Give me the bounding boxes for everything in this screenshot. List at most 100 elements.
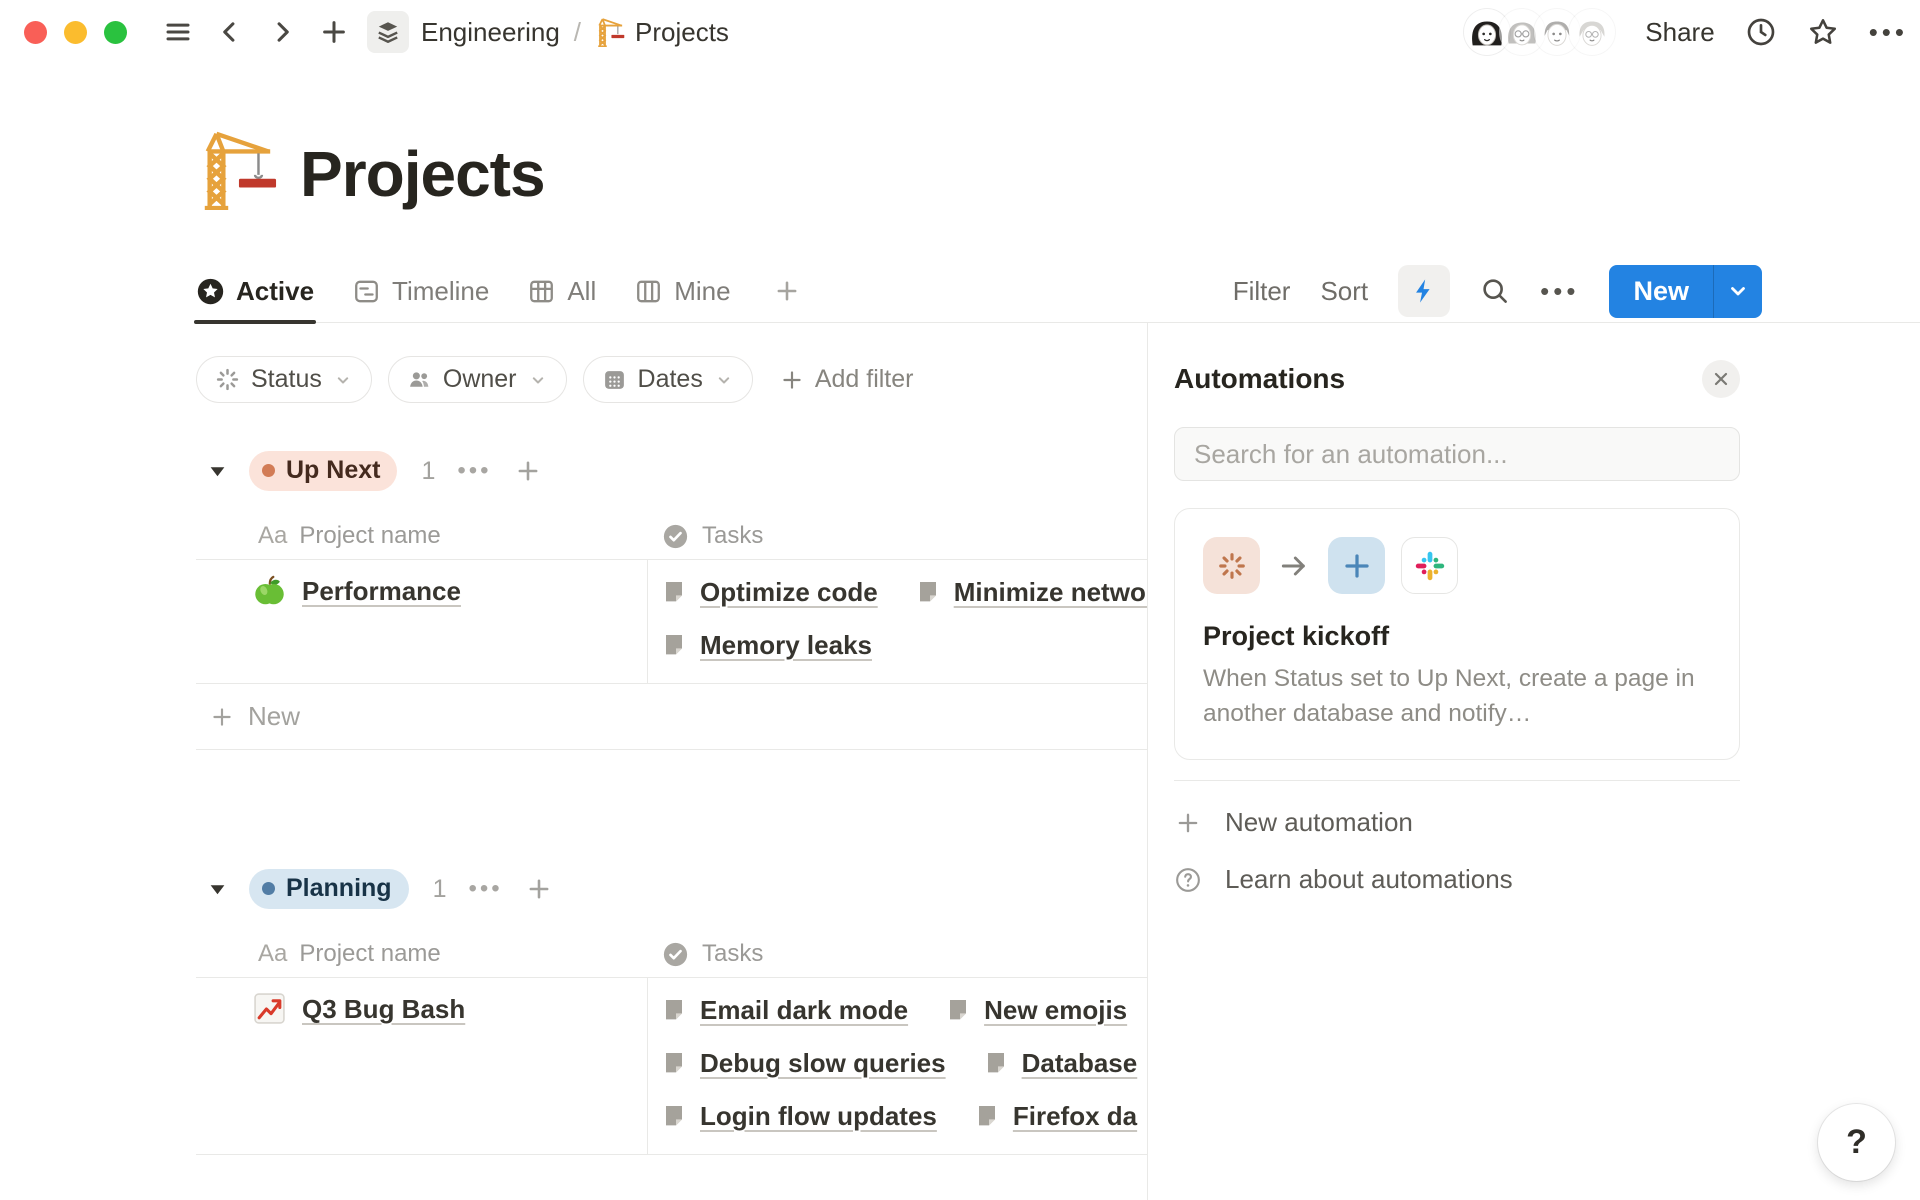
- tab-timeline[interactable]: Timeline: [352, 260, 489, 323]
- new-button-dropdown[interactable]: [1713, 265, 1762, 318]
- tab-mine[interactable]: Mine: [634, 260, 730, 323]
- task-link[interactable]: Debug slow queries: [700, 1048, 946, 1079]
- project-name-cell[interactable]: Q3 Bug Bash: [196, 978, 648, 1154]
- page-title: Projects: [300, 142, 545, 210]
- owner-filter-label: Owner: [443, 365, 517, 394]
- chart-increasing-emoji: [253, 992, 286, 1025]
- share-button[interactable]: Share: [1645, 17, 1714, 48]
- owner-filter-chip[interactable]: Owner: [388, 356, 567, 403]
- automation-search-input[interactable]: [1174, 427, 1740, 481]
- dates-filter-label: Dates: [638, 365, 703, 394]
- more-options-icon[interactable]: •••: [1869, 17, 1908, 48]
- task-link[interactable]: New emojis: [984, 995, 1127, 1026]
- status-badge[interactable]: Planning: [249, 869, 409, 909]
- status-filter-chip[interactable]: Status: [196, 356, 372, 403]
- tab-all-label: All: [567, 276, 596, 307]
- task-item[interactable]: Memory leaks: [662, 630, 872, 661]
- group-options-icon[interactable]: •••: [468, 875, 502, 903]
- group-add-icon[interactable]: [525, 875, 553, 903]
- task-item[interactable]: Login flow updates: [662, 1101, 937, 1132]
- task-link[interactable]: Database: [1022, 1048, 1138, 1079]
- tab-all[interactable]: All: [527, 260, 596, 323]
- collapse-triangle-icon[interactable]: [208, 880, 227, 899]
- column-header-project-name[interactable]: Aa Project name: [196, 522, 648, 550]
- page-icon: [662, 1104, 686, 1128]
- add-view-button[interactable]: [773, 277, 801, 305]
- add-filter-button[interactable]: Add filter: [779, 365, 914, 394]
- task-link[interactable]: Email dark mode: [700, 995, 908, 1026]
- filter-button[interactable]: Filter: [1233, 276, 1291, 307]
- automation-description: When Status set to Up Next, create a pag…: [1203, 661, 1711, 731]
- task-item[interactable]: New emojis: [946, 995, 1127, 1026]
- column-header-project-name[interactable]: Aa Project name: [196, 940, 648, 968]
- task-link[interactable]: Optimize code: [700, 577, 878, 608]
- group-options-icon[interactable]: •••: [457, 457, 491, 485]
- new-page-button[interactable]: [313, 11, 355, 53]
- new-row-button[interactable]: New: [196, 684, 1147, 750]
- column-header-tasks[interactable]: Tasks: [648, 522, 1147, 550]
- automations-panel-title: Automations: [1174, 363, 1345, 395]
- board-icon: [634, 277, 663, 306]
- back-button[interactable]: [209, 11, 251, 53]
- automation-title: Project kickoff: [1203, 621, 1711, 652]
- new-automation-button[interactable]: New automation: [1174, 794, 1920, 851]
- task-item[interactable]: Minimize network: [916, 577, 1147, 608]
- task-link[interactable]: Minimize network: [954, 577, 1147, 608]
- project-link[interactable]: Performance: [302, 576, 461, 607]
- tab-active-label: Active: [236, 276, 314, 307]
- teamspace-icon[interactable]: [367, 11, 409, 53]
- close-panel-button[interactable]: [1702, 360, 1740, 398]
- table-icon: [527, 277, 556, 306]
- automation-card[interactable]: Project kickoff When Status set to Up Ne…: [1174, 508, 1740, 760]
- automations-bolt-button[interactable]: [1398, 265, 1450, 317]
- collaborator-avatars[interactable]: [1464, 9, 1615, 55]
- table-row[interactable]: Performance Optimize code Minimize netwo…: [196, 559, 1147, 684]
- breadcrumb: Engineering / Projects: [367, 11, 729, 53]
- new-split-button[interactable]: New: [1609, 265, 1762, 318]
- learn-about-automations-link[interactable]: Learn about automations: [1174, 851, 1920, 908]
- task-link[interactable]: Login flow updates: [700, 1101, 937, 1132]
- table-header-row: Aa Project name Tasks: [196, 513, 1147, 559]
- new-button-label[interactable]: New: [1609, 265, 1713, 318]
- new-automation-label: New automation: [1225, 807, 1413, 838]
- sort-button[interactable]: Sort: [1320, 276, 1368, 307]
- table-row[interactable]: Q3 Bug Bash Email dark mode New emojis D…: [196, 977, 1147, 1155]
- tab-active[interactable]: Active: [196, 260, 314, 323]
- favorite-star-icon[interactable]: [1807, 16, 1839, 48]
- help-button[interactable]: ?: [1818, 1104, 1895, 1181]
- forward-button[interactable]: [261, 11, 303, 53]
- task-link[interactable]: Firefox da: [1013, 1101, 1137, 1132]
- task-item[interactable]: Email dark mode: [662, 995, 908, 1026]
- add-filter-label: Add filter: [815, 365, 914, 394]
- task-item[interactable]: Debug slow queries: [662, 1048, 946, 1079]
- tab-timeline-label: Timeline: [392, 276, 489, 307]
- status-badge[interactable]: Up Next: [249, 451, 397, 491]
- crane-emoji-icon: [595, 17, 625, 47]
- window-controls: [24, 21, 127, 44]
- project-link[interactable]: Q3 Bug Bash: [302, 994, 465, 1025]
- tasks-cell[interactable]: Optimize code Minimize network Memory le…: [648, 560, 1147, 683]
- star-circle-icon: [196, 277, 225, 306]
- breadcrumb-current[interactable]: Projects: [595, 17, 729, 48]
- tasks-cell[interactable]: Email dark mode New emojis Debug slow qu…: [648, 978, 1147, 1154]
- view-options-icon[interactable]: •••: [1540, 276, 1579, 307]
- sidebar-menu-icon[interactable]: [157, 11, 199, 53]
- task-item[interactable]: Firefox da: [975, 1101, 1137, 1132]
- page-icon: [984, 1051, 1008, 1075]
- collapse-triangle-icon[interactable]: [208, 462, 227, 481]
- column-header-tasks[interactable]: Tasks: [648, 940, 1147, 968]
- close-window-button[interactable]: [24, 21, 47, 44]
- task-item[interactable]: Database: [984, 1048, 1138, 1079]
- dates-filter-chip[interactable]: Dates: [583, 356, 753, 403]
- task-item[interactable]: Optimize code: [662, 577, 878, 608]
- group-add-icon[interactable]: [514, 457, 542, 485]
- table-header-row: Aa Project name Tasks: [196, 931, 1147, 977]
- search-icon[interactable]: [1480, 276, 1510, 306]
- breadcrumb-parent[interactable]: Engineering: [421, 17, 560, 48]
- updates-clock-icon[interactable]: [1745, 16, 1777, 48]
- zoom-window-button[interactable]: [104, 21, 127, 44]
- task-link[interactable]: Memory leaks: [700, 630, 872, 661]
- text-type-icon: Aa: [258, 940, 287, 968]
- minimize-window-button[interactable]: [64, 21, 87, 44]
- project-name-cell[interactable]: Performance: [196, 560, 648, 683]
